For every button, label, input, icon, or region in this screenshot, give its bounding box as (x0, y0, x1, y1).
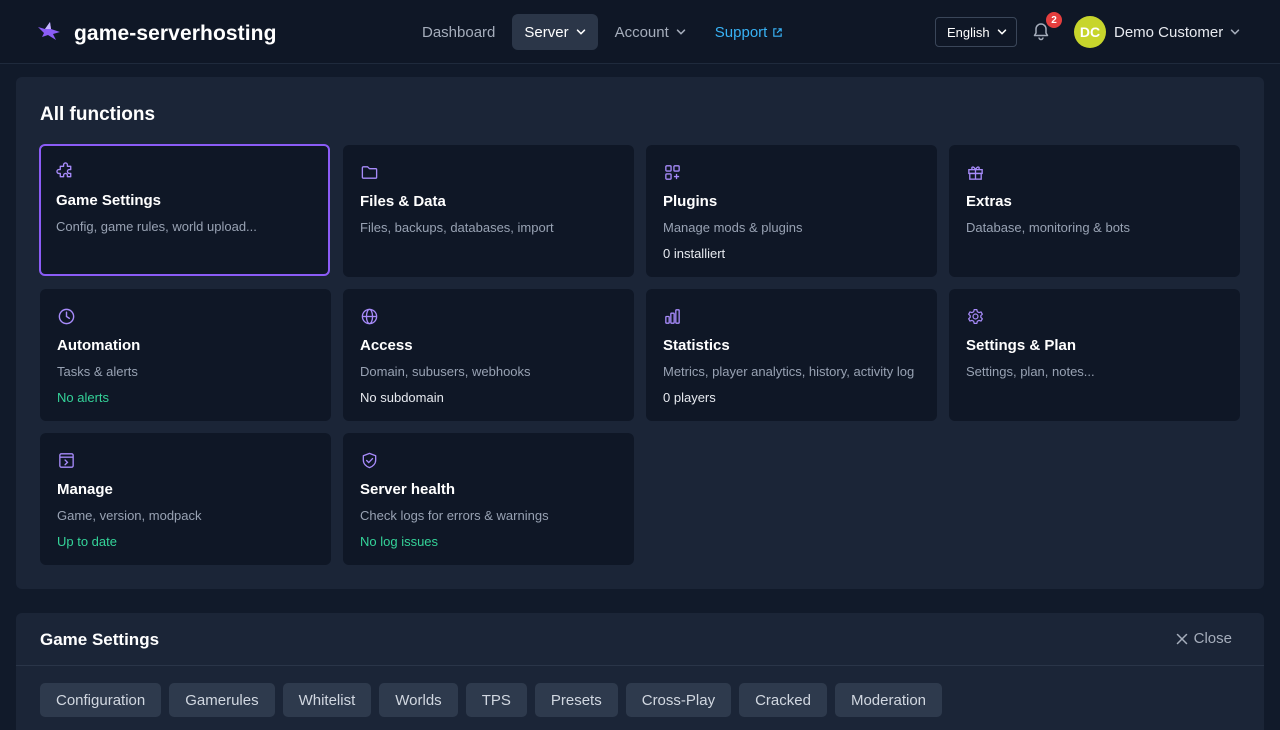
function-card-files-data[interactable]: Files & Data Files, backups, databases, … (343, 145, 634, 277)
brand[interactable]: game-serverhosting (36, 18, 277, 49)
nav-server-label: Server (524, 23, 569, 41)
card-description: Game, version, modpack (57, 508, 202, 523)
notification-count-badge: 2 (1046, 12, 1062, 28)
function-card-server-health[interactable]: Server health Check logs for errors & wa… (343, 433, 634, 565)
card-description: Manage mods & plugins (663, 220, 803, 235)
tab-cross-play[interactable]: Cross-Play (625, 683, 732, 717)
card-status: Up to date (57, 534, 117, 549)
card-status: 0 installiert (663, 246, 726, 261)
card-description: Config, game rules, world upload... (56, 219, 257, 234)
nav-dashboard-label: Dashboard (422, 23, 496, 41)
shield-check-icon (360, 451, 379, 470)
all-functions-panel: All functions Game Settings Config, game… (16, 77, 1264, 589)
avatar: DC (1074, 16, 1106, 48)
card-title: Manage (57, 481, 113, 498)
tab-cracked[interactable]: Cracked (739, 683, 827, 717)
card-title: Settings & Plan (966, 337, 1077, 354)
gear-icon (966, 307, 985, 326)
section-title: Game Settings (40, 630, 160, 649)
bar-chart-icon (663, 307, 682, 326)
close-icon (1176, 633, 1187, 644)
external-link-icon (773, 27, 783, 37)
function-card-statistics[interactable]: Statistics Metrics, player analytics, hi… (646, 289, 937, 421)
clock-icon (57, 307, 76, 326)
nav-account[interactable]: Account (603, 14, 698, 50)
tab-moderation[interactable]: Moderation (834, 683, 942, 717)
nav-server[interactable]: Server (512, 14, 598, 50)
card-status: No log issues (360, 534, 439, 549)
card-description: Metrics, player analytics, history, acti… (663, 364, 915, 379)
user-name: Demo Customer (1114, 23, 1224, 41)
tab-whitelist[interactable]: Whitelist (282, 683, 372, 717)
game-settings-panel: Game Settings Close Configuration Gameru… (16, 613, 1264, 730)
card-title: Statistics (663, 337, 730, 354)
function-card-plugins[interactable]: Plugins Manage mods & plugins 0 installi… (646, 145, 937, 277)
nav-dashboard[interactable]: Dashboard (410, 14, 507, 50)
function-card-manage[interactable]: Manage Game, version, modpack Up to date (40, 433, 331, 565)
function-card-access[interactable]: Access Domain, subusers, webhooks No sub… (343, 289, 634, 421)
card-title: Game Settings (56, 192, 162, 209)
shark-logo-icon (36, 18, 62, 49)
card-title: Access (360, 337, 413, 354)
language-label: English (947, 24, 990, 40)
nav-support[interactable]: Support (703, 14, 796, 50)
card-title: Server health (360, 481, 456, 498)
function-card-settings-plan[interactable]: Settings & Plan Settings, plan, notes... (949, 289, 1240, 421)
terminal-window-icon (57, 451, 76, 470)
top-navigation-bar: game-serverhosting Dashboard Server Acco… (0, 0, 1280, 64)
card-description: Files, backups, databases, import (360, 220, 554, 235)
card-description: Settings, plan, notes... (966, 364, 1095, 379)
card-description: Domain, subusers, webhooks (360, 364, 531, 379)
card-description: Database, monitoring & bots (966, 220, 1131, 235)
card-title: Files & Data (360, 193, 446, 210)
card-status: 0 players (663, 390, 716, 405)
card-description: Check logs for errors & warnings (360, 508, 549, 523)
user-menu[interactable]: DC Demo Customer (1074, 16, 1240, 48)
apps-add-icon (663, 163, 682, 182)
function-card-automation[interactable]: Automation Tasks & alerts No alerts (40, 289, 331, 421)
function-card-extras[interactable]: Extras Database, monitoring & bots (949, 145, 1240, 277)
tab-configuration[interactable]: Configuration (40, 683, 162, 717)
close-label: Close (1193, 630, 1232, 647)
card-title: Automation (57, 337, 141, 354)
language-select[interactable]: English (935, 17, 1017, 47)
gift-icon (966, 163, 985, 182)
close-button[interactable]: Close (1176, 630, 1232, 647)
card-title: Plugins (663, 193, 718, 210)
tab-tps[interactable]: TPS (465, 683, 527, 717)
nav-account-label: Account (614, 23, 669, 41)
card-status: No alerts (57, 390, 110, 405)
globe-icon (360, 307, 379, 326)
chevron-down-icon (997, 29, 1006, 35)
puzzle-icon (56, 162, 75, 181)
function-card-game-settings[interactable]: Game Settings Config, game rules, world … (39, 144, 330, 276)
tab-worlds[interactable]: Worlds (379, 683, 458, 717)
chevron-down-icon (576, 29, 585, 35)
nav-support-label: Support (714, 23, 768, 41)
card-title: Extras (966, 193, 1012, 210)
folder-icon (360, 163, 379, 182)
main-nav: Dashboard Server Account Support (410, 14, 800, 50)
chevron-down-icon (676, 29, 686, 35)
tab-gamerules[interactable]: Gamerules (169, 683, 275, 717)
chevron-down-icon (1230, 29, 1240, 35)
settings-tabs: Configuration Gamerules Whitelist Worlds… (40, 683, 950, 717)
brand-name: game-serverhosting (74, 21, 277, 45)
tab-presets[interactable]: Presets (534, 683, 618, 717)
divider (16, 665, 1264, 666)
card-description: Tasks & alerts (57, 364, 138, 379)
card-status: No subdomain (360, 390, 444, 405)
panel-title: All functions (40, 104, 156, 125)
